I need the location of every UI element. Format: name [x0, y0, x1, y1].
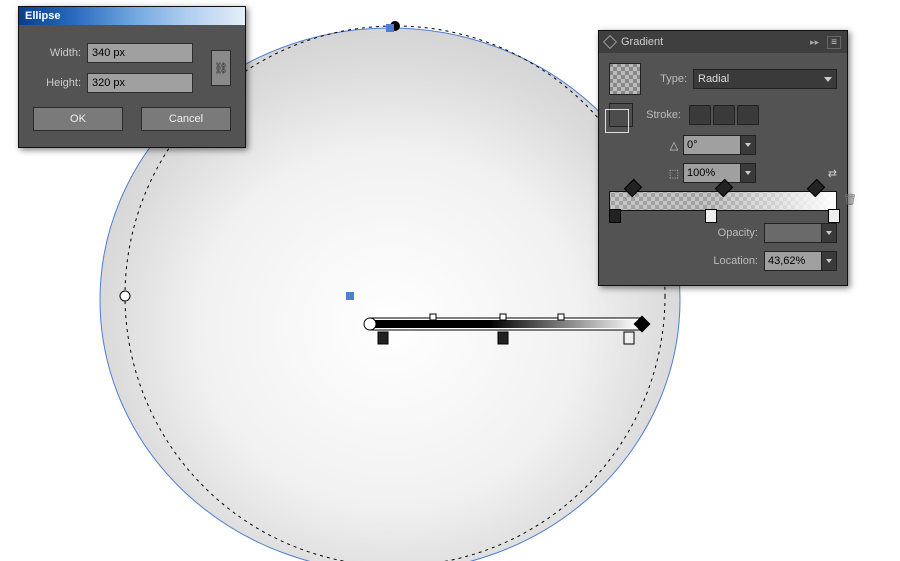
handle-left[interactable] [120, 291, 130, 301]
color-stop-3[interactable] [828, 209, 840, 223]
reverse-gradient-icon[interactable]: ⇄ [828, 167, 837, 180]
gradient-tab-label[interactable]: Gradient [621, 36, 663, 48]
height-label: Height: [33, 77, 81, 89]
aspect-icon: ⬚ [665, 167, 683, 180]
stroke-mode-3[interactable] [737, 105, 759, 125]
location-dropdown[interactable] [821, 251, 837, 271]
cancel-button-label: Cancel [169, 113, 203, 125]
location-label: Location: [713, 255, 758, 267]
opacity-input[interactable] [764, 223, 822, 243]
gradient-type-select[interactable]: Radial [693, 69, 837, 89]
aspect-dropdown[interactable] [740, 163, 756, 183]
opacity-label: Opacity: [718, 227, 758, 239]
location-input[interactable]: 43,62% [764, 251, 822, 271]
aspect-input[interactable]: 100% [683, 163, 741, 183]
gradient-ramp[interactable]: 🗑 [609, 191, 837, 211]
stroke-label: Stroke: [643, 109, 681, 121]
ellipse-dialog: Ellipse Width: Height: ⛓ OK Cancel [18, 6, 246, 148]
anchor-top[interactable] [386, 24, 394, 32]
gradient-panel: Gradient ▸▸ ≡ Type: Radial Stroke: △ 0° [598, 30, 848, 286]
angle-icon: △ [665, 139, 683, 152]
type-label: Type: [651, 73, 687, 85]
opacity-dropdown[interactable] [821, 223, 837, 243]
gradient-tab-icon [603, 35, 617, 49]
annotator-stop-1[interactable] [378, 332, 388, 344]
annotator-stop-3[interactable] [624, 332, 634, 344]
width-label: Width: [33, 47, 81, 59]
selection-center[interactable] [346, 292, 354, 300]
delete-stop-icon[interactable]: 🗑 [843, 193, 857, 206]
ok-button-label: OK [70, 113, 86, 125]
stroke-mode-2[interactable] [713, 105, 735, 125]
annotator-origin[interactable] [364, 318, 376, 330]
link-icon: ⛓ [214, 62, 228, 75]
annotator-handle-3[interactable] [558, 314, 564, 320]
collapse-icon[interactable]: ▸▸ [810, 37, 819, 48]
gradient-panel-tabbar[interactable]: Gradient ▸▸ ≡ [599, 31, 847, 53]
stroke-mode-1[interactable] [689, 105, 711, 125]
color-stop-1[interactable] [609, 209, 621, 223]
chevron-down-icon [824, 77, 832, 82]
link-dimensions-button[interactable]: ⛓ [211, 50, 231, 86]
cancel-button[interactable]: Cancel [141, 107, 231, 131]
color-stop-2[interactable] [705, 209, 717, 223]
annotator-handle-1[interactable] [430, 314, 436, 320]
ok-button[interactable]: OK [33, 107, 123, 131]
angle-input[interactable]: 0° [683, 135, 741, 155]
height-input[interactable] [87, 73, 193, 93]
width-input[interactable] [87, 43, 193, 63]
annotator-handle-2[interactable] [500, 314, 506, 320]
gradient-type-value: Radial [698, 73, 729, 85]
panel-menu-icon[interactable]: ≡ [827, 36, 841, 49]
annotator-stop-2[interactable] [498, 332, 508, 344]
ellipse-dialog-title[interactable]: Ellipse [19, 7, 245, 25]
gradient-stroke-swatch[interactable] [609, 103, 633, 127]
gradient-fill-swatch[interactable] [609, 63, 641, 95]
angle-dropdown[interactable] [740, 135, 756, 155]
